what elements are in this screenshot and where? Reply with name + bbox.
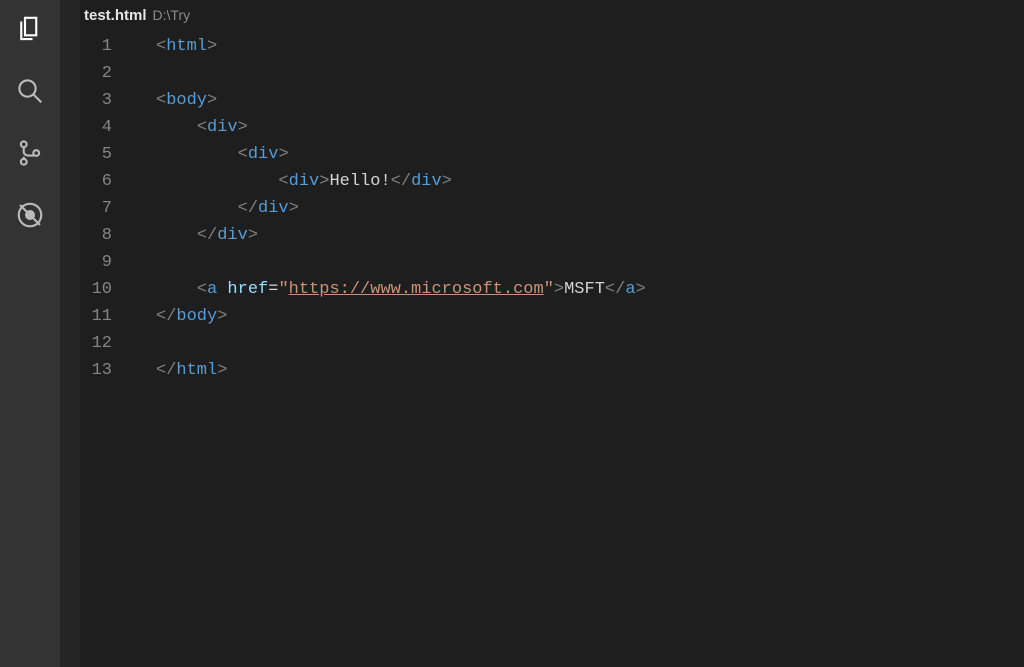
- activity-bar: [0, 0, 60, 667]
- explorer-icon[interactable]: [15, 14, 45, 44]
- line-number: 12: [80, 330, 112, 357]
- line-number: 11: [80, 303, 112, 330]
- code-line[interactable]: </body>: [156, 303, 1024, 330]
- debug-icon[interactable]: [15, 200, 45, 230]
- code-line[interactable]: </html>: [156, 357, 1024, 384]
- line-number-gutter: 1 2 3 4 5 6 7 8 9 10 11 12 13: [80, 33, 126, 667]
- code-line[interactable]: <a href="https://www.microsoft.com">MSFT…: [156, 276, 1024, 303]
- line-number: 13: [80, 357, 112, 384]
- code-line[interactable]: [156, 249, 1024, 276]
- code-line[interactable]: <body>: [156, 87, 1024, 114]
- line-number: 5: [80, 141, 112, 168]
- code-line[interactable]: </div>: [156, 222, 1024, 249]
- line-number: 2: [80, 60, 112, 87]
- code-line[interactable]: [156, 330, 1024, 357]
- code-line[interactable]: <html>: [156, 33, 1024, 60]
- code-line[interactable]: <div>Hello!</div>: [156, 168, 1024, 195]
- code-line[interactable]: </div>: [156, 195, 1024, 222]
- line-number: 10: [80, 276, 112, 303]
- code-line[interactable]: [156, 60, 1024, 87]
- tab-file-path: D:\Try: [153, 7, 191, 23]
- side-strip: [60, 0, 80, 667]
- editor-tab[interactable]: test.html D:\Try: [80, 0, 1024, 30]
- source-control-icon[interactable]: [15, 138, 45, 168]
- code-line[interactable]: <div>: [156, 114, 1024, 141]
- code-line[interactable]: <div>: [156, 141, 1024, 168]
- line-number: 7: [80, 195, 112, 222]
- line-number: 3: [80, 87, 112, 114]
- line-number: 4: [80, 114, 112, 141]
- search-icon[interactable]: [15, 76, 45, 106]
- line-number: 8: [80, 222, 112, 249]
- line-number: 9: [80, 249, 112, 276]
- line-number: 6: [80, 168, 112, 195]
- line-number: 1: [80, 33, 112, 60]
- code-content[interactable]: <html> <body> <div> <div> <div>Hello!</d…: [126, 33, 1024, 667]
- code-area[interactable]: 1 2 3 4 5 6 7 8 9 10 11 12 13 <html> <bo…: [80, 30, 1024, 667]
- tab-file-name: test.html: [84, 7, 153, 24]
- editor-area: test.html D:\Try 1 2 3 4 5 6 7 8 9 10 11…: [80, 0, 1024, 667]
